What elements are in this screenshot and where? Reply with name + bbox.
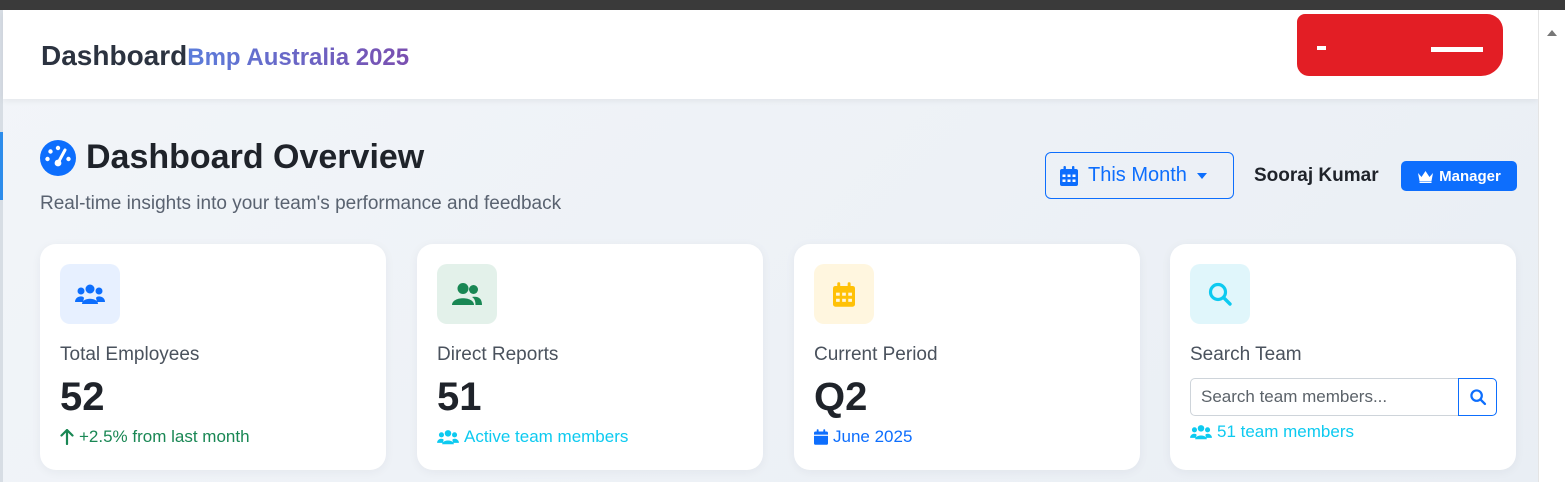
redaction-mark: [1317, 46, 1326, 50]
redacted-user-area: [1297, 14, 1503, 76]
users-icon: [1190, 425, 1212, 440]
user-name: Sooraj Kumar: [1254, 165, 1379, 186]
scroll-up-arrow-icon[interactable]: [1547, 30, 1557, 36]
top-navbar: Dashboard Bmp Australia 2025: [3, 10, 1538, 99]
card-meta: +2.5% from last month: [60, 427, 250, 447]
card-icon-tile: [437, 264, 497, 324]
calendar-icon: [814, 429, 828, 445]
period-label: This Month: [1088, 164, 1187, 186]
card-value: 52: [60, 375, 105, 419]
card-icon-tile: [814, 264, 874, 324]
team-search-group: [1190, 378, 1497, 416]
search-icon: [1208, 282, 1232, 306]
team-search-button[interactable]: [1458, 378, 1497, 416]
card-meta: Active team members: [437, 427, 628, 447]
card-label: Current Period: [814, 344, 938, 365]
organization-name: Bmp Australia 2025: [187, 44, 410, 71]
card-label: Direct Reports: [437, 344, 559, 365]
card-meta-text: Active team members: [464, 427, 629, 446]
page-header: Dashboard Overview Real-time insights in…: [40, 138, 561, 215]
navbar-brand[interactable]: Dashboard Bmp Australia 2025: [41, 40, 409, 72]
redaction-mark: [1431, 47, 1483, 52]
sidebar-active-indicator: [0, 132, 3, 200]
card-icon-tile: [1190, 264, 1250, 324]
users-icon: [437, 430, 459, 445]
card-meta: 51 team members: [1190, 422, 1354, 442]
period-dropdown-button[interactable]: This Month: [1045, 152, 1234, 199]
card-label: Total Employees: [60, 344, 200, 365]
crown-icon: [1418, 170, 1434, 183]
search-icon: [1469, 389, 1486, 406]
stat-card-direct-reports: Direct Reports 51 Active team members: [417, 244, 763, 470]
card-label: Search Team: [1190, 344, 1302, 365]
user-group-icon: [452, 283, 482, 305]
role-label: Manager: [1439, 167, 1501, 185]
chevron-down-icon: [1196, 172, 1207, 179]
card-meta-text: +2.5% from last month: [79, 427, 250, 446]
calendar-icon: [833, 281, 855, 307]
card-value: 51: [437, 375, 482, 419]
page-subtitle: Real-time insights into your team's perf…: [40, 193, 562, 214]
users-icon: [75, 284, 105, 304]
card-value: Q2: [814, 375, 868, 419]
card-meta-text: June 2025: [833, 427, 913, 446]
stat-card-current-period: Current Period Q2 June 2025: [794, 244, 1140, 470]
team-search-input[interactable]: [1190, 378, 1458, 416]
app-window: Dashboard Bmp Australia 2025 Dashboard O…: [0, 10, 1565, 482]
card-icon-tile: [60, 264, 120, 324]
card-meta: June 2025: [814, 427, 912, 447]
stat-card-total-employees: Total Employees 52 +2.5% from last month: [40, 244, 386, 470]
calendar-icon: [1060, 165, 1078, 186]
arrow-up-icon: [60, 429, 74, 445]
stat-card-search-team: Search Team 51 team members: [1170, 244, 1516, 470]
brand-title: Dashboard: [41, 40, 188, 71]
gauge-icon: [40, 139, 76, 176]
role-badge: Manager: [1401, 161, 1517, 191]
vertical-scrollbar[interactable]: [1538, 10, 1565, 482]
page-title: Dashboard Overview: [86, 138, 425, 176]
card-meta-text: 51 team members: [1217, 422, 1354, 441]
